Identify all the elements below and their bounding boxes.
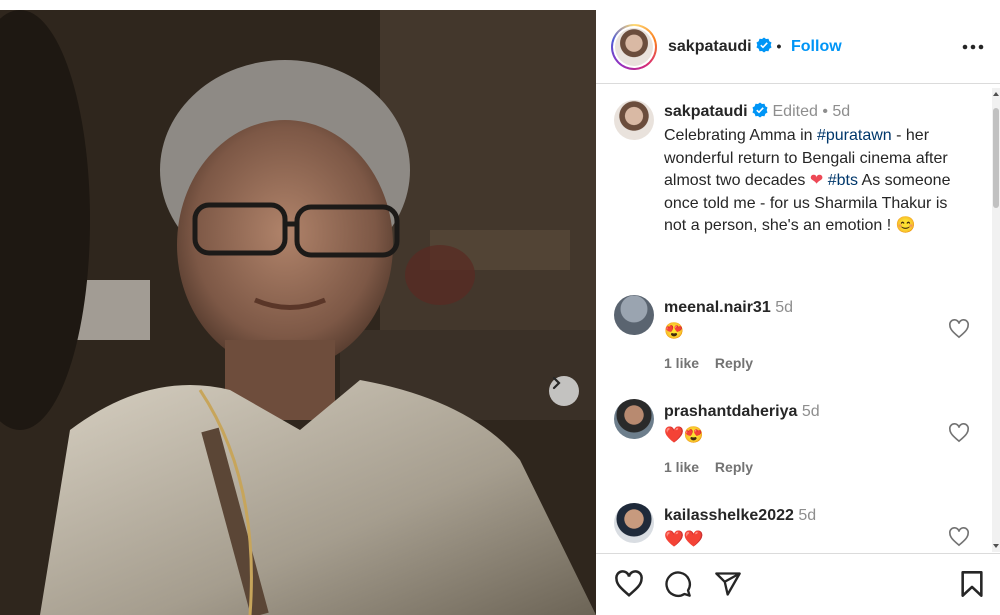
comment-item: meenal.nair31 5d 😍 1 like Reply: [596, 295, 992, 395]
comment-like-icon[interactable]: [948, 319, 970, 339]
caption-time[interactable]: 5d: [832, 103, 850, 120]
post-header: sakpataudi • Follow: [596, 10, 1000, 84]
heart-emoji: ❤: [809, 172, 824, 189]
comment-username[interactable]: prashantdaheriya: [664, 403, 797, 420]
header-username[interactable]: sakpataudi •: [668, 37, 781, 56]
photo-illustration: [0, 10, 596, 615]
comment-item: prashantdaheriya 5d ❤️😍 1 like Reply: [596, 399, 992, 499]
comment-text: 😍: [664, 323, 684, 340]
comments-scrollbar[interactable]: [992, 88, 1000, 552]
chevron-right-icon: [552, 376, 561, 390]
reply-button[interactable]: Reply: [715, 459, 753, 475]
comment-item: kailasshelke2022 5d ❤️❤️: [596, 503, 992, 552]
header-username-text[interactable]: sakpataudi: [668, 38, 752, 55]
comment-like-icon[interactable]: [948, 423, 970, 443]
verified-badge-icon: [752, 102, 768, 118]
post-photo: [0, 10, 596, 615]
send-icon[interactable]: [714, 570, 742, 598]
comment-meta: 1 like Reply: [664, 355, 765, 371]
smile-emoji: 😊: [895, 217, 916, 234]
avatar: [615, 28, 653, 66]
commenter-avatar[interactable]: [614, 399, 654, 439]
comment-header: kailasshelke2022 5d: [664, 507, 816, 525]
commenter-avatar[interactable]: [614, 503, 654, 543]
scroll-thumb[interactable]: [993, 108, 999, 208]
post-side-panel: sakpataudi • Follow sakpataudi Edited • …: [596, 10, 1000, 615]
edited-label: Edited: [772, 103, 818, 120]
scroll-down-icon[interactable]: [992, 542, 1000, 550]
follow-button[interactable]: Follow: [791, 38, 842, 56]
hashtag-link[interactable]: #bts: [828, 172, 858, 189]
post-actions: [596, 553, 1000, 615]
comment-meta: 1 like Reply: [664, 459, 765, 475]
comments-section[interactable]: sakpataudi Edited • 5d Celebrating Amma …: [596, 85, 992, 552]
comment-time[interactable]: 5d: [798, 507, 816, 524]
caption-avatar[interactable]: [614, 100, 654, 140]
caption-text: Celebrating Amma in #puratawn - her wond…: [664, 125, 974, 238]
separator-dot: •: [822, 103, 828, 120]
comment-text: ❤️😍: [664, 427, 704, 444]
verified-badge-icon: [756, 37, 772, 53]
comment-icon[interactable]: [664, 570, 692, 598]
comment-like-icon[interactable]: [948, 527, 970, 547]
more-options-icon[interactable]: [962, 44, 984, 50]
comment-time[interactable]: 5d: [802, 403, 820, 420]
comment-likes[interactable]: 1 like: [664, 355, 699, 371]
comment-text: ❤️❤️: [664, 531, 704, 548]
comment-time[interactable]: 5d: [775, 299, 793, 316]
heart-icon[interactable]: [614, 570, 644, 598]
caption-header: sakpataudi Edited • 5d: [664, 102, 850, 121]
commenter-avatar[interactable]: [614, 295, 654, 335]
caption-username[interactable]: sakpataudi: [664, 103, 748, 120]
comment-header: prashantdaheriya 5d: [664, 403, 820, 421]
hashtag-link[interactable]: #puratawn: [817, 127, 892, 144]
separator-dot: •: [776, 38, 782, 54]
next-photo-button[interactable]: [549, 376, 579, 406]
comment-username[interactable]: kailasshelke2022: [664, 507, 794, 524]
reply-button[interactable]: Reply: [715, 355, 753, 371]
comment-likes[interactable]: 1 like: [664, 459, 699, 475]
bookmark-icon[interactable]: [960, 570, 984, 598]
caption-text-part: Celebrating Amma in: [664, 127, 817, 144]
story-avatar[interactable]: [611, 24, 657, 70]
comment-header: meenal.nair31 5d: [664, 299, 793, 317]
scroll-up-icon[interactable]: [992, 90, 1000, 98]
comment-username[interactable]: meenal.nair31: [664, 299, 771, 316]
